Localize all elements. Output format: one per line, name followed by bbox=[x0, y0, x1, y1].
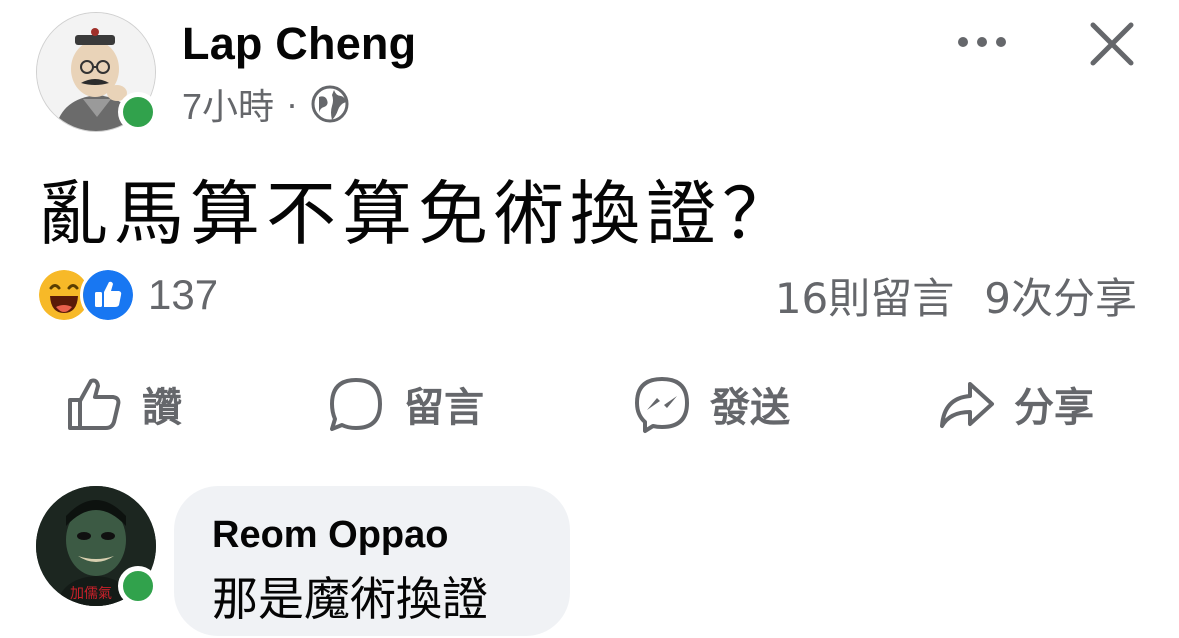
share-count[interactable]: 9次分享 bbox=[984, 265, 1137, 326]
post-text: 亂馬算不算免術換證？ bbox=[38, 173, 798, 255]
author-avatar-wrap[interactable] bbox=[36, 12, 158, 132]
like-reaction-icon bbox=[80, 267, 136, 323]
share-arrow-icon bbox=[940, 382, 994, 428]
comment-bubble[interactable]: Reom Oppao 那是魔術換證 bbox=[174, 486, 570, 636]
comment-text: 那是魔術換證 bbox=[212, 572, 488, 626]
share-button-label: 分享 bbox=[1014, 385, 1094, 431]
comment-bubble-icon bbox=[330, 378, 382, 431]
comment-button[interactable]: 留言 bbox=[326, 368, 484, 440]
like-button[interactable]: 讚 bbox=[64, 368, 182, 440]
more-options-icon bbox=[958, 37, 1006, 47]
post-meta: 7小時 · bbox=[182, 83, 350, 127]
avatar-caption: 加儒氣 bbox=[70, 586, 112, 602]
reactions-summary[interactable]: 137 bbox=[36, 267, 219, 323]
comment-count[interactable]: 16則留言 bbox=[775, 265, 954, 326]
share-button[interactable]: 分享 bbox=[936, 368, 1094, 440]
reaction-count: 137 bbox=[148, 271, 219, 318]
close-icon bbox=[1090, 22, 1134, 66]
thumbs-up-icon bbox=[68, 378, 121, 430]
more-options-button[interactable] bbox=[952, 24, 1012, 60]
post-action-bar: 讚 留言 發送 分享 bbox=[0, 368, 1179, 440]
send-button-label: 發送 bbox=[710, 385, 790, 431]
post-author-name[interactable]: Lap Cheng bbox=[182, 18, 416, 70]
comment-button-label: 留言 bbox=[404, 385, 484, 431]
close-button[interactable] bbox=[1086, 18, 1138, 70]
meta-separator: · bbox=[286, 83, 299, 124]
commenter-online-dot bbox=[118, 566, 158, 606]
comment-author-name[interactable]: Reom Oppao bbox=[212, 514, 532, 557]
send-button[interactable]: 發送 bbox=[632, 368, 790, 440]
online-status-dot bbox=[118, 92, 158, 132]
like-button-label: 讚 bbox=[142, 385, 182, 431]
engagement-stats: 16則留言 9次分享 bbox=[775, 270, 1137, 323]
globe-icon bbox=[311, 85, 349, 123]
post-time[interactable]: 7小時 bbox=[182, 78, 274, 130]
commenter-avatar-wrap[interactable]: 加儒氣 bbox=[36, 486, 158, 606]
messenger-icon bbox=[635, 377, 689, 433]
